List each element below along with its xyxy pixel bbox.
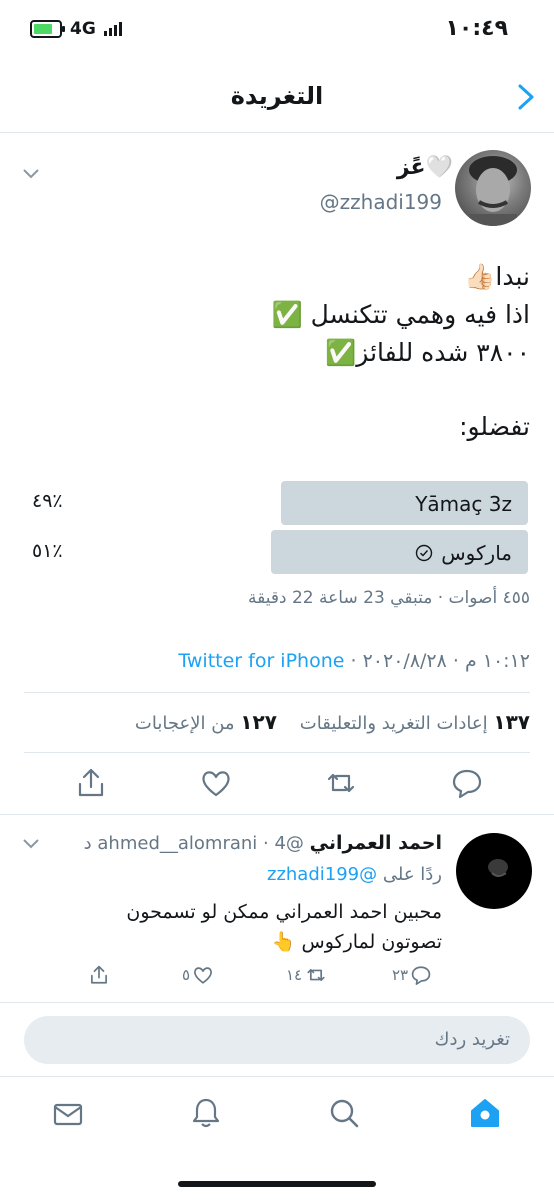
home-indicator xyxy=(178,1181,376,1187)
replying-to-handle[interactable]: @zzhadi199 xyxy=(267,864,377,885)
divider xyxy=(0,1002,554,1003)
reply-author-name[interactable]: احمد العمراني xyxy=(310,832,442,854)
heart-icon[interactable] xyxy=(192,964,214,986)
poll-option-percent: ٥١٪ xyxy=(32,540,63,562)
reply-icon[interactable] xyxy=(410,964,432,986)
retweets-count[interactable]: ١٣٧ xyxy=(493,710,530,734)
chevron-down-icon[interactable] xyxy=(22,168,40,180)
home-icon[interactable] xyxy=(468,1096,502,1130)
tweet-timestamp-row: ١٠:١٢ م · ٢٠٢٠/٨/٢٨ · Twitter for iPhone xyxy=(178,650,530,672)
likes-count[interactable]: ١٢٧ xyxy=(240,710,277,734)
retweet-icon[interactable] xyxy=(304,964,328,986)
replying-to-label: ردًا على xyxy=(382,864,442,885)
reply-reply-action[interactable]: ٢٣ xyxy=(392,964,432,986)
divider xyxy=(24,752,530,753)
retweets-label[interactable]: إعادات التغريد والتعليقات xyxy=(300,713,488,734)
tweet-text: نبدا👍🏻 اذا فيه وهمي تتكنسل ✅ ٣٨٠٠ شده لل… xyxy=(271,262,530,367)
retweet-icon[interactable] xyxy=(324,766,358,800)
status-time: ١٠:٤٩ xyxy=(445,16,508,41)
chevron-down-icon[interactable] xyxy=(22,838,40,850)
poll-option-label-row: ماركوس xyxy=(415,541,512,565)
network-label: 4G xyxy=(70,19,96,39)
back-chevron-icon[interactable] xyxy=(512,82,538,112)
reply-header: احمد العمراني @ahmed__alomrani · 4 د xyxy=(84,832,442,854)
reply-retweets-count: ١٤ xyxy=(286,966,303,984)
replying-to: ردًا على @zzhadi199 xyxy=(267,864,442,885)
notifications-icon[interactable] xyxy=(190,1096,222,1130)
poll-option-label: ماركوس xyxy=(441,541,512,565)
header: التغريدة xyxy=(0,62,554,133)
share-icon[interactable] xyxy=(74,766,108,800)
search-icon[interactable] xyxy=(328,1097,360,1129)
divider xyxy=(0,814,554,815)
reply-text: محبين احمد العمراني ممكن لو تسمحون تصوتو… xyxy=(126,901,442,953)
reply-author-avatar[interactable] xyxy=(456,833,532,909)
author-avatar[interactable] xyxy=(455,150,531,226)
reply-like-action[interactable]: ٥ xyxy=(182,964,214,986)
reply-compose-input[interactable]: تغريد ردك xyxy=(24,1016,530,1064)
tweet-timestamp: ١٠:١٢ م · ٢٠٢٠/٨/٢٨ · xyxy=(350,650,531,672)
reply-replies-count: ٢٣ xyxy=(392,966,409,984)
reply-icon[interactable] xyxy=(450,766,484,800)
share-icon[interactable] xyxy=(88,964,110,986)
poll-option-percent: ٤٩٪ xyxy=(32,490,63,512)
poll-meta: ٤٥٥ أصوات · متبقي 23 ساعة 22 دقيقة xyxy=(248,588,530,608)
reply-likes-count: ٥ xyxy=(182,966,191,984)
author-handle[interactable]: @zzhadi199 xyxy=(320,190,442,214)
status-left: 4G xyxy=(30,19,122,39)
heart-icon[interactable] xyxy=(199,766,233,800)
compose-placeholder: تغريد ردك xyxy=(434,1029,510,1050)
tweet-prompt: تفضلو: xyxy=(459,412,530,441)
status-bar: 4G ١٠:٤٩ xyxy=(0,0,554,60)
likes-label[interactable]: من الإعجابات xyxy=(135,713,235,734)
reply-retweet-action[interactable]: ١٤ xyxy=(286,964,328,986)
reply-share-action[interactable] xyxy=(88,964,110,986)
check-circle-icon xyxy=(416,544,433,562)
divider xyxy=(24,692,530,693)
messages-icon[interactable] xyxy=(52,1098,84,1130)
signal-icon xyxy=(103,22,122,36)
tweet-source-link[interactable]: Twitter for iPhone xyxy=(178,650,344,672)
tweet-stats: ١٣٧ إعادات التغريد والتعليقات ١٢٧ من الإ… xyxy=(135,710,530,734)
author-name[interactable]: عًز🤍 xyxy=(397,155,453,180)
page-title: التغريدة xyxy=(230,82,324,110)
battery-icon xyxy=(30,20,65,38)
poll-option-label: Yāmaç 3z xyxy=(415,492,512,516)
